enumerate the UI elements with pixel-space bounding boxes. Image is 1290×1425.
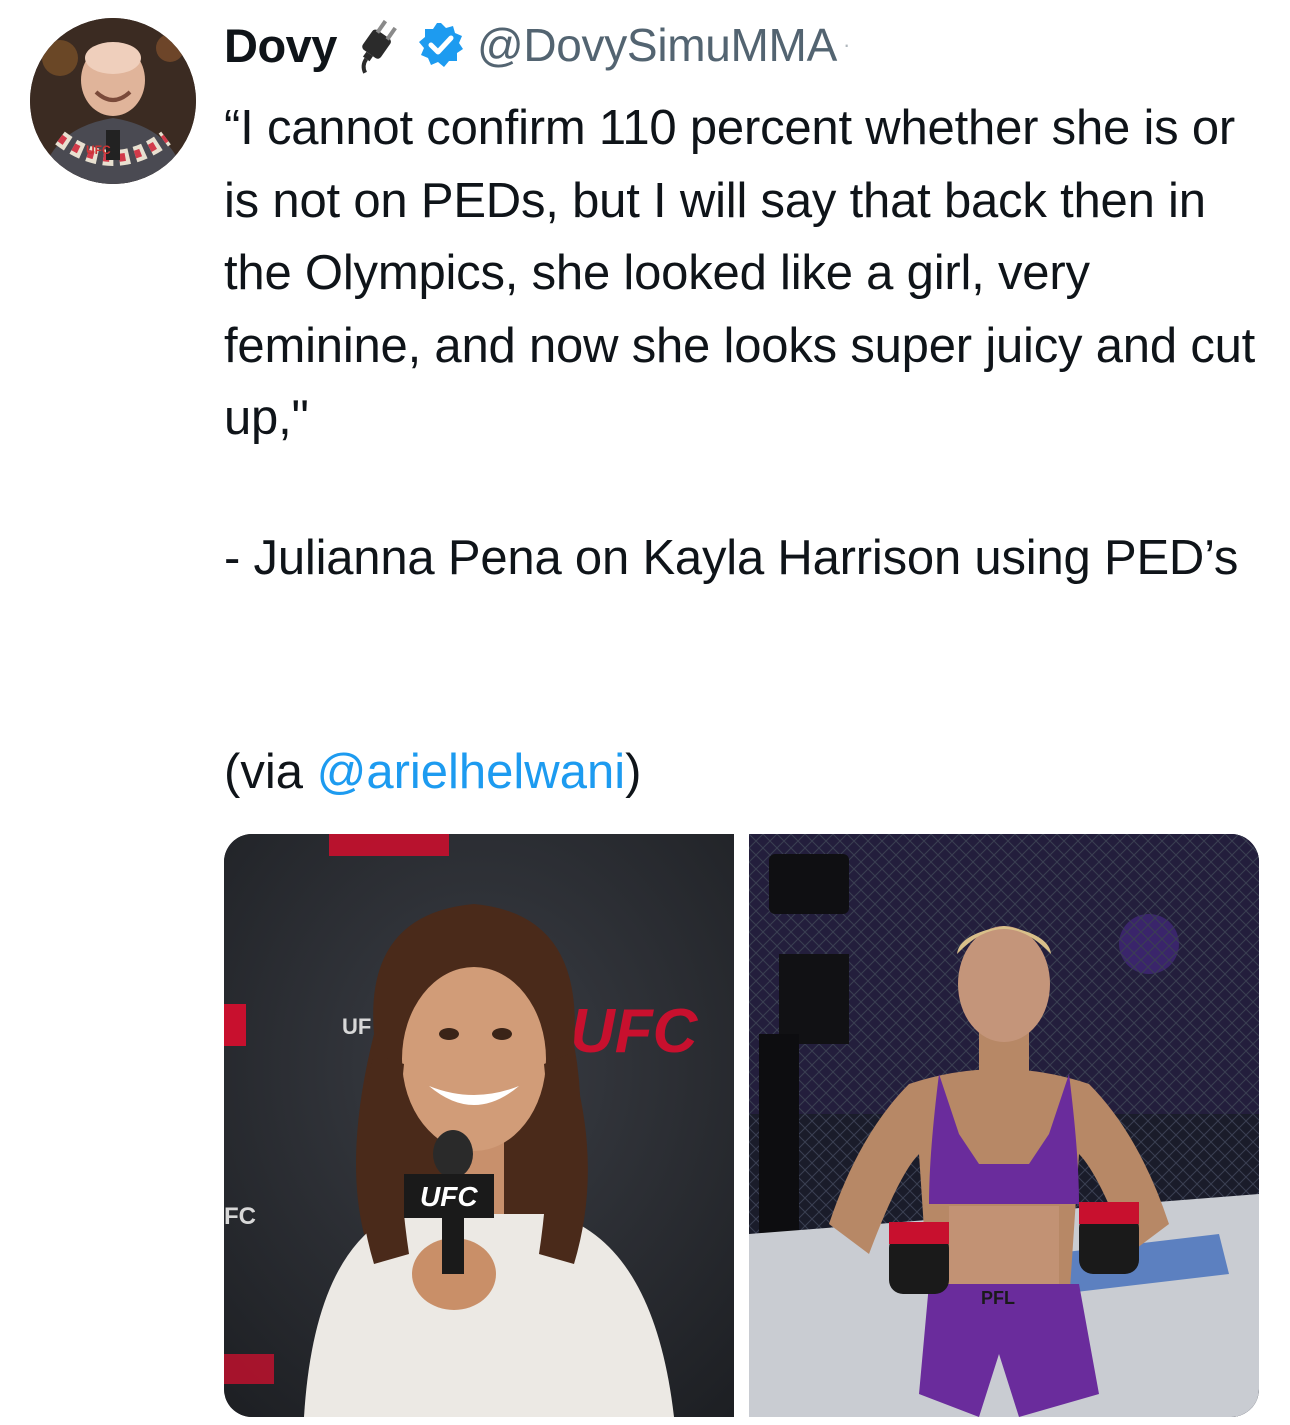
interview-photo: UFC UF FC UFC — [224, 834, 734, 1417]
tweet-attribution: - Julianna Pena on Kayla Harrison using … — [224, 531, 1239, 585]
mic-flag-logo: UFC — [420, 1181, 478, 1212]
electric-plug-icon — [361, 19, 397, 74]
backdrop-small-text: UF — [342, 1014, 371, 1039]
via-line: (via @arielhelwani) — [224, 736, 641, 808]
svg-text:UFC: UFC — [86, 143, 111, 157]
tweet-header: Dovy @DovySimuMMA · — [224, 14, 850, 76]
mention-link[interactable]: @arielhelwani — [317, 745, 626, 799]
ufc-backdrop-logo: UFC — [570, 997, 699, 1066]
via-prefix: (via — [224, 745, 317, 799]
media-image-right[interactable]: PFL — [749, 834, 1259, 1417]
shorts-logo: PFL — [981, 1288, 1015, 1308]
backdrop-side-text: FC — [224, 1203, 256, 1230]
user-handle[interactable]: @DovySimuMMA — [477, 18, 837, 72]
fighter-photo: PFL — [749, 834, 1259, 1417]
handle-separator: · — [842, 32, 851, 57]
media-grid: UFC UF FC UFC PFL — [224, 834, 1259, 1417]
media-image-left[interactable]: UFC UF FC UFC — [224, 834, 734, 1417]
tweet-text: “I cannot confirm 110 percent whether sh… — [224, 101, 1269, 445]
profile-photo: UFC — [30, 18, 196, 184]
via-suffix: ) — [625, 745, 642, 799]
verified-badge-icon — [418, 23, 463, 67]
display-name[interactable]: Dovy — [224, 18, 337, 73]
avatar[interactable]: UFC — [30, 18, 196, 184]
